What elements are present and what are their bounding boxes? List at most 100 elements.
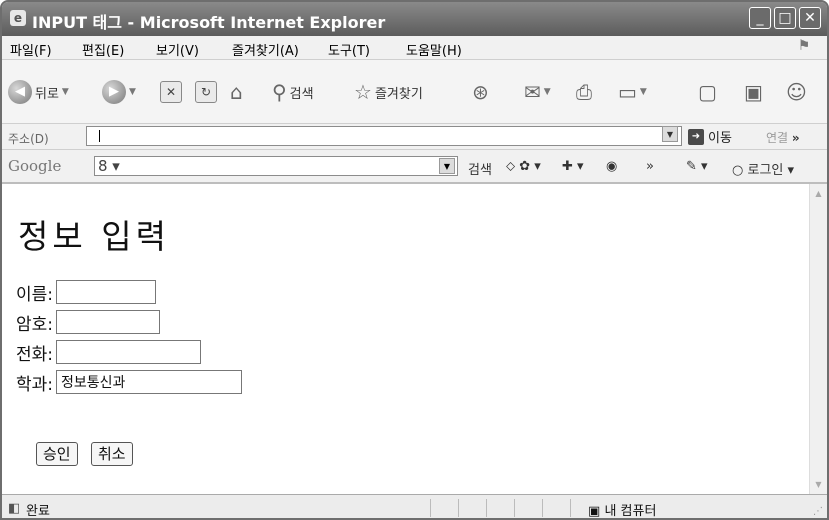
back-button[interactable]: ◀ 뒤로 ▼ [8, 80, 69, 104]
google-more-icon[interactable]: » [646, 159, 654, 174]
phone-input[interactable] [56, 340, 202, 364]
menu-file[interactable]: 파일(F) [10, 40, 52, 59]
mail-icon: ✉ [524, 80, 541, 104]
discuss-button[interactable]: ▢ [698, 80, 717, 104]
note-icon: ▢ [698, 80, 717, 104]
status-divider [570, 499, 571, 517]
standard-toolbar: ◀ 뒤로 ▼ ▶ ▼ ✕ ↻ ⌂ ⚲ 검색 ☆ 즐겨찾기 ⊛ ✉ ▼ ⎙ ▭ ▼… [2, 60, 827, 124]
links-button[interactable]: 연결 » [766, 129, 800, 146]
go-label: 이동 [708, 131, 732, 146]
menu-bar: 파일(F) 편집(E) 보기(V) 즐겨찾기(A) 도구(T) 도움말(H) ⚑ [2, 36, 827, 60]
address-bar: 주소(D) ▼ ➜ 이동 연결 » [2, 124, 827, 150]
windows-logo-icon: ⚑ [797, 38, 811, 54]
department-input[interactable] [56, 370, 243, 394]
maximize-button[interactable]: □ [774, 7, 796, 29]
name-label: 이름: [16, 284, 54, 305]
mail-dropdown-icon[interactable]: ▼ [544, 87, 551, 97]
back-arrow-icon: ◀ [8, 80, 32, 104]
page-title: 정보 입력 [18, 217, 170, 256]
messenger-button[interactable]: ☺ [786, 80, 807, 104]
stop-button[interactable]: ✕ [160, 80, 182, 104]
favorites-button[interactable]: ☆ 즐겨찾기 [354, 80, 423, 104]
google-search-button[interactable]: 검색 [468, 159, 492, 178]
go-button[interactable]: ➜ 이동 [688, 127, 732, 146]
google-logo: Google [8, 157, 62, 175]
status-bar: ◧ 완료 ▣ 내 컴퓨터 ⋰ [2, 494, 827, 519]
phone-row: 전화: [16, 340, 202, 365]
login-circle-icon: ○ [732, 163, 744, 178]
reset-button[interactable]: 취소 [91, 442, 133, 466]
edit-icon: ▭ [618, 80, 637, 104]
status-divider [458, 499, 459, 517]
vertical-scrollbar[interactable]: ▲ ▼ [809, 184, 827, 494]
search-button[interactable]: ⚲ 검색 [272, 80, 314, 104]
page-done-icon: ◧ [8, 501, 21, 516]
menu-tools[interactable]: 도구(T) [328, 40, 370, 59]
edit-button[interactable]: ▭ ▼ [618, 80, 647, 104]
google-dropdown-icon[interactable]: ▼ [439, 158, 455, 174]
mail-button[interactable]: ✉ ▼ [524, 80, 551, 104]
refresh-button[interactable]: ↻ [195, 80, 217, 104]
back-dropdown-icon[interactable]: ▼ [62, 87, 69, 97]
edit-dropdown-icon[interactable]: ▼ [640, 87, 647, 97]
browser-window: e INPUT 태그 - Microsoft Internet Explorer… [0, 0, 829, 520]
google-toolbar: Google 8 ▾ ▼ 검색 ⬦ ✿ ▾ ✚ ▾ ◉ » ✎ ▾ ○ 로그인 … [2, 150, 827, 184]
google-options-icon[interactable]: ⬦ ✿ ▾ [506, 159, 541, 174]
address-dropdown-icon[interactable]: ▼ [662, 126, 678, 142]
go-arrow-icon: ➜ [688, 128, 704, 145]
computer-icon: ▣ [588, 504, 601, 519]
google-plus-icon[interactable]: ✚ ▾ [562, 159, 584, 174]
messenger-icon: ☺ [786, 80, 807, 104]
links-label: 연결 [766, 131, 789, 145]
minimize-button[interactable]: _ [749, 7, 771, 29]
menu-help[interactable]: 도움말(H) [406, 40, 462, 59]
star-icon: ☆ [354, 80, 372, 104]
forward-button[interactable]: ▶ ▼ [102, 80, 136, 104]
home-button[interactable]: ⌂ [230, 80, 243, 104]
research-icon: ▣ [744, 80, 763, 104]
history-icon: ⊛ [472, 80, 489, 104]
resize-grip-icon[interactable]: ⋰ [813, 506, 823, 517]
login-dropdown-icon: ▾ [787, 163, 795, 178]
name-input[interactable] [56, 280, 157, 304]
zone-indicator: ▣ 내 컴퓨터 [588, 500, 656, 519]
status-divider [430, 499, 431, 517]
department-row: 학과: [16, 370, 243, 395]
status-text: 완료 [26, 504, 50, 519]
google-search-label: 검색 [468, 163, 492, 178]
forward-arrow-icon: ▶ [102, 80, 126, 104]
text-cursor [99, 130, 100, 142]
menu-favorites[interactable]: 즐겨찾기(A) [232, 40, 299, 59]
forward-dropdown-icon[interactable]: ▼ [129, 87, 136, 97]
window-title: INPUT 태그 - Microsoft Internet Explorer [32, 13, 386, 32]
refresh-icon: ↻ [195, 81, 217, 103]
google-settings-icon[interactable]: ✎ ▾ [686, 159, 708, 174]
google-g-icon: 8 ▾ [98, 157, 120, 175]
page-content: 정보 입력 이름: 암호: 전화: 학과: 승인 취소 [2, 184, 827, 494]
name-row: 이름: [16, 280, 157, 305]
google-pagerank-icon[interactable]: ◉ [606, 159, 617, 174]
status-divider [542, 499, 543, 517]
password-input[interactable] [56, 310, 161, 334]
google-login-button[interactable]: ○ 로그인 ▾ [732, 159, 794, 178]
title-bar: e INPUT 태그 - Microsoft Internet Explorer… [2, 2, 827, 36]
menu-view[interactable]: 보기(V) [156, 40, 199, 59]
print-button[interactable]: ⎙ [576, 80, 592, 104]
scroll-down-icon[interactable]: ▼ [811, 477, 826, 492]
close-button[interactable]: ✕ [799, 7, 821, 29]
google-search-input[interactable]: 8 ▾ ▼ [94, 156, 458, 176]
department-label: 학과: [16, 374, 54, 395]
favorites-label: 즐겨찾기 [374, 86, 423, 102]
address-input[interactable] [86, 126, 682, 146]
submit-button[interactable]: 승인 [36, 442, 78, 466]
ie-page-icon: e [10, 10, 26, 26]
menu-edit[interactable]: 편집(E) [82, 40, 124, 59]
printer-icon: ⎙ [576, 80, 592, 104]
password-row: 암호: [16, 310, 161, 335]
research-button[interactable]: ▣ [744, 80, 763, 104]
scroll-up-icon[interactable]: ▲ [811, 186, 826, 201]
address-label: 주소(D) [8, 132, 49, 146]
history-button[interactable]: ⊛ [472, 80, 489, 104]
stop-icon: ✕ [160, 81, 182, 103]
status-divider [486, 499, 487, 517]
